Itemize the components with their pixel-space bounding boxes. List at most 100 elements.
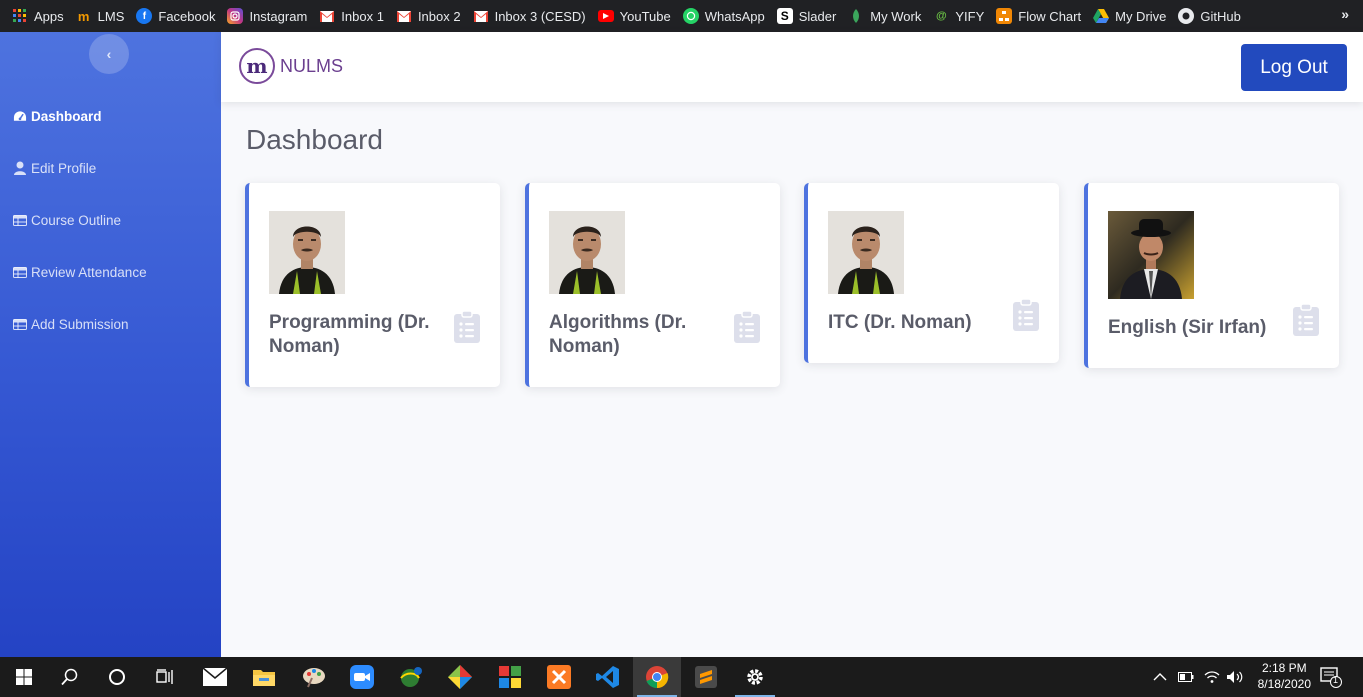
taskbar-zoom[interactable]: [338, 657, 386, 697]
taskbar-search-button[interactable]: [46, 657, 94, 697]
sidebar-item-course-outline[interactable]: Course Outline: [13, 210, 121, 230]
instagram-icon: [227, 8, 244, 24]
battery-status[interactable]: [1178, 657, 1194, 697]
bookmarks-bar: Apps m LMS f Facebook Instagram Inbox 1 …: [0, 0, 1363, 32]
facebook-icon: f: [136, 8, 153, 24]
bookmarks-overflow-button[interactable]: »: [1341, 6, 1349, 22]
yify-icon: @: [935, 10, 947, 22]
clipboard-list-icon: [1013, 299, 1039, 331]
mail-icon: [203, 668, 227, 686]
sidebar-toggle-button[interactable]: ‹: [89, 34, 129, 74]
bookmark-my-work[interactable]: My Work: [844, 4, 929, 28]
bookmark-label: LMS: [97, 8, 125, 24]
taskbar-git[interactable]: [436, 657, 484, 697]
logout-button[interactable]: Log Out: [1241, 44, 1347, 91]
sidebar-item-review-attendance[interactable]: Review Attendance: [13, 262, 147, 282]
taskbar-clock[interactable]: 2:18 PM 8/18/2020: [1258, 660, 1311, 692]
bookmark-label: Facebook: [158, 8, 216, 24]
windows-start-icon: [16, 669, 32, 685]
flow-chart-icon: [996, 8, 1013, 24]
taskbar-file-explorer[interactable]: [240, 657, 288, 697]
slader-icon: S: [776, 8, 793, 24]
course-card-itc[interactable]: ITC (Dr. Noman): [804, 183, 1059, 363]
bookmark-label: Inbox 1: [341, 8, 384, 24]
taskbar-chrome[interactable]: [633, 657, 681, 697]
wifi-icon: [1204, 671, 1220, 683]
bookmark-apps[interactable]: Apps: [8, 4, 72, 28]
taskbar-mail[interactable]: [191, 657, 239, 697]
course-title[interactable]: English (Sir Irfan): [1108, 316, 1288, 340]
course-title[interactable]: Algorithms (Dr. Noman): [549, 311, 729, 359]
sidebar-item-add-submission[interactable]: Add Submission: [13, 314, 129, 334]
course-title[interactable]: Programming (Dr. Noman): [269, 311, 449, 359]
bookmark-youtube[interactable]: YouTube: [594, 4, 679, 28]
search-icon: [61, 668, 78, 686]
topbar: m NULMS Log Out: [221, 32, 1363, 102]
task-view-button[interactable]: [141, 657, 189, 697]
clock-time: 2:18 PM: [1261, 661, 1307, 675]
brand[interactable]: m NULMS: [239, 48, 343, 84]
bookmark-whatsapp[interactable]: WhatsApp: [679, 4, 773, 28]
sublime-text-icon: [695, 666, 717, 688]
taskbar-sublime-text[interactable]: [682, 657, 730, 697]
network-status[interactable]: [1204, 657, 1220, 697]
cortana-button[interactable]: [93, 657, 141, 697]
bookmark-label: Flow Chart: [1018, 8, 1082, 24]
bookmark-yify[interactable]: @ YIFY: [929, 4, 992, 28]
taskbar-xampp[interactable]: [535, 657, 583, 697]
bookmark-my-drive[interactable]: My Drive: [1089, 4, 1174, 28]
zoom-icon: [350, 665, 374, 689]
taskbar-settings[interactable]: [731, 657, 779, 697]
internet-icon: [400, 667, 422, 687]
course-card-english[interactable]: English (Sir Irfan): [1084, 183, 1339, 368]
taskbar-internet[interactable]: [387, 657, 435, 697]
teacher-photo-dr-noman: [269, 211, 345, 294]
volume-control[interactable]: [1226, 657, 1244, 697]
bookmark-flow-chart[interactable]: Flow Chart: [992, 4, 1089, 28]
clipboard-list-icon: [734, 311, 760, 343]
gmail-icon: [396, 8, 412, 24]
table-icon: [13, 317, 27, 331]
course-title[interactable]: ITC (Dr. Noman): [828, 311, 1008, 335]
clipboard-list-icon: [454, 311, 480, 343]
bookmark-label: Slader: [798, 8, 837, 24]
sidebar-item-dashboard[interactable]: Dashboard: [13, 106, 102, 126]
bookmark-label: My Work: [870, 8, 922, 24]
apps-grid-icon: [12, 8, 28, 24]
chevron-left-icon: ‹: [106, 46, 112, 62]
course-card-programming[interactable]: Programming (Dr. Noman): [245, 183, 500, 387]
clock-date: 8/18/2020: [1257, 677, 1311, 691]
notification-count-badge: 1: [1333, 675, 1339, 685]
file-explorer-icon: [253, 670, 275, 686]
bookmark-inbox-3[interactable]: Inbox 3 (CESD): [469, 4, 594, 28]
bookmark-inbox-2[interactable]: Inbox 2: [392, 4, 469, 28]
bookmark-lms[interactable]: m LMS: [72, 4, 133, 28]
taskbar-office[interactable]: [486, 657, 534, 697]
sidebar-item-edit-profile[interactable]: Edit Profile: [13, 158, 96, 178]
bookmark-github[interactable]: GitHub: [1174, 4, 1248, 28]
course-card-algorithms[interactable]: Algorithms (Dr. Noman): [525, 183, 780, 387]
start-button[interactable]: [0, 657, 48, 697]
taskbar-vscode[interactable]: [584, 657, 632, 697]
bookmark-slader[interactable]: S Slader: [773, 4, 845, 28]
teacher-photo-dr-noman: [828, 211, 904, 294]
bookmark-label: WhatsApp: [704, 8, 765, 24]
brand-name: NULMS: [280, 55, 344, 76]
notification-icon: [1320, 667, 1342, 688]
teacher-photo-sir-irfan: [1108, 211, 1194, 299]
sidebar-item-label: Review Attendance: [31, 264, 147, 280]
action-center-button[interactable]: 1: [1320, 657, 1342, 697]
show-hidden-icons-button[interactable]: [1153, 657, 1167, 697]
git-icon: [448, 665, 472, 689]
bookmark-label: Instagram: [249, 8, 308, 24]
bookmark-facebook[interactable]: f Facebook: [132, 4, 223, 28]
bookmark-label: YIFY: [955, 8, 985, 24]
battery-icon: [1178, 672, 1194, 682]
chrome-icon: [646, 666, 669, 689]
bookmark-inbox-1[interactable]: Inbox 1: [315, 4, 392, 28]
tachometer-icon: [13, 109, 27, 123]
taskbar-paint[interactable]: [290, 657, 338, 697]
bookmark-label: Apps: [34, 8, 64, 24]
sidebar-item-label: Course Outline: [31, 212, 122, 228]
bookmark-instagram[interactable]: Instagram: [223, 4, 315, 28]
